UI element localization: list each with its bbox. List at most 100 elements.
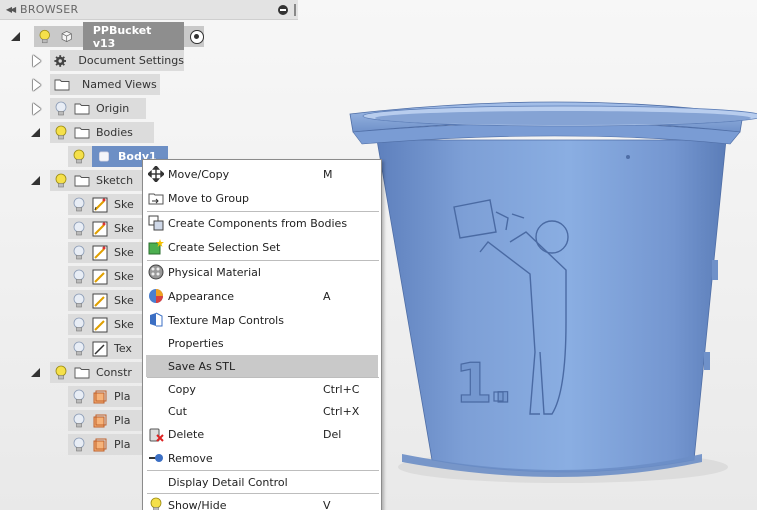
browser-item-sketch[interactable]: Ske [68,266,142,287]
gear-icon [54,54,67,67]
component-icon [62,30,73,43]
menu-item-shortcut: Ctrl+X [323,404,360,418]
sketch-label: Ske [114,198,134,211]
visibility-bulb-icon[interactable] [54,173,68,189]
browser-item-plane[interactable]: Pla [68,410,142,431]
folder-icon [74,127,90,139]
menu-item-label: Texture Map Controls [168,313,284,327]
plane-label: Pla [114,390,131,403]
visibility-bulb-icon[interactable] [54,365,68,381]
menu-item-shortcut: A [323,289,331,303]
texture-map-icon [150,312,163,327]
menu-item-label: Create Components from Bodies [168,216,348,230]
menu-item-properties[interactable]: Properties [143,332,381,354]
collapse-panel-icon[interactable]: ◀◀ [0,5,20,14]
sketch-icon [92,245,108,260]
visibility-bulb-icon [150,497,162,510]
menu-item-physical-material[interactable]: Physical Material [143,261,381,283]
folder-icon [74,175,90,187]
browser-item-sketch[interactable]: Ske [68,218,142,239]
browser-item-sketch[interactable]: Ske [68,290,142,311]
visibility-bulb-off-icon[interactable] [72,269,86,285]
visibility-bulb-off-icon[interactable] [54,101,68,117]
move-arrows-icon [148,166,164,182]
bucket-embossed-number: 1. [455,352,513,415]
visibility-bulb-icon[interactable] [38,29,51,45]
menu-item-save-as-stl[interactable]: Save As STL [146,355,378,377]
menu-item-cut[interactable]: Cut Ctrl+X [143,400,381,422]
visibility-bulb-icon[interactable] [72,149,86,165]
menu-item-appearance[interactable]: Appearance A [143,285,381,307]
sketch-icon [92,221,108,236]
expand-document-settings-icon[interactable] [33,55,41,67]
menu-item-move-copy[interactable]: Move/Copy M [143,163,381,185]
expand-bodies-icon[interactable] [31,128,40,137]
bucket-3d-model[interactable]: 1. [330,92,757,510]
visibility-bulb-off-icon[interactable] [72,245,86,261]
construction-plane-icon [93,414,107,427]
sketch-label: Ske [114,270,134,283]
browser-item-named-views[interactable]: Named Views [50,74,160,95]
browser-item-bodies[interactable]: Bodies [50,122,154,143]
menu-item-copy[interactable]: Copy Ctrl+C [143,378,381,400]
sketch-label: Ske [114,294,134,307]
expand-construction-icon[interactable] [31,368,40,377]
visibility-bulb-off-icon[interactable] [72,437,86,453]
create-components-icon [148,215,164,231]
body1-visibility-cell[interactable] [68,146,92,167]
body-icon [98,151,110,162]
visibility-bulb-off-icon[interactable] [72,293,86,309]
expand-root-icon[interactable] [11,32,20,41]
visibility-bulb-off-icon[interactable] [72,389,86,405]
menu-item-label: Move to Group [168,191,250,205]
visibility-bulb-off-icon[interactable] [72,341,86,357]
browser-item-origin[interactable]: Origin [50,98,146,119]
browser-item-plane[interactable]: Pla [68,434,142,455]
sketches-label: Sketch [96,174,134,187]
menu-item-label: Properties [168,336,224,350]
visibility-bulb-off-icon[interactable] [72,413,86,429]
menu-item-remove[interactable]: Remove [143,447,381,469]
folder-move-icon [148,193,164,205]
browser-title: BROWSER [20,3,79,16]
panel-resize-handle[interactable] [294,3,296,16]
browser-item-sketches[interactable]: Sketch [50,170,142,191]
menu-item-show-hide[interactable]: Show/Hide V [143,494,381,510]
activate-component-radio[interactable] [190,29,204,44]
menu-item-create-components[interactable]: Create Components from Bodies [143,212,381,234]
browser-item-sketch[interactable]: Ske [68,194,142,215]
browser-item-sketch[interactable]: Ske [68,242,142,263]
menu-item-label: Show/Hide [168,498,227,510]
browser-root-node[interactable]: PPBucket v13 [34,21,204,52]
construction-plane-icon [93,438,107,451]
appearance-ball-icon [149,289,163,303]
menu-item-delete[interactable]: Delete Del [143,423,381,445]
menu-item-create-selection-set[interactable]: Create Selection Set [143,236,381,258]
minimize-panel-icon[interactable] [278,4,288,15]
expand-origin-icon[interactable] [33,103,41,115]
expand-named-views-icon[interactable] [33,79,41,91]
visibility-bulb-off-icon[interactable] [72,317,86,333]
menu-item-texture-map-controls[interactable]: Texture Map Controls [143,309,381,331]
expand-sketches-icon[interactable] [31,176,40,185]
menu-item-shortcut: V [323,498,331,510]
menu-item-shortcut: Ctrl+C [323,382,360,396]
browser-item-construction[interactable]: Constr [50,362,142,383]
sketch-icon [92,197,108,212]
browser-item-document-settings[interactable]: Document Settings [50,50,184,71]
visibility-bulb-off-icon[interactable] [72,221,86,237]
menu-item-label: Remove [168,451,213,465]
root-component-label: PPBucket v13 [82,21,185,52]
sketch-label: Ske [114,318,134,331]
browser-item-plane[interactable]: Pla [68,386,142,407]
browser-item-sketch[interactable]: Ske [68,314,142,335]
visibility-bulb-icon[interactable] [54,125,68,141]
remove-icon [149,454,163,462]
menu-item-display-detail-control[interactable]: Display Detail Control [143,471,381,493]
visibility-bulb-off-icon[interactable] [72,197,86,213]
menu-item-shortcut: M [323,167,333,181]
browser-item-sketch[interactable]: Tex [68,338,142,359]
menu-item-label: Display Detail Control [168,475,288,489]
menu-item-move-to-group[interactable]: Move to Group [143,187,381,209]
menu-item-label: Move/Copy [168,167,230,181]
